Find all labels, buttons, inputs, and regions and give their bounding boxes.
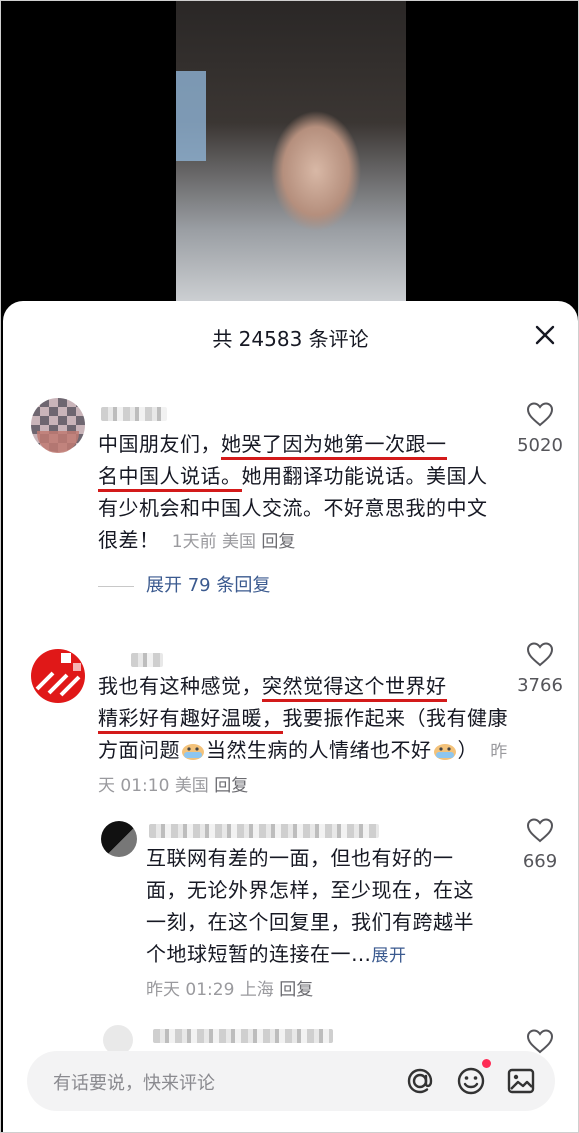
divider	[98, 585, 134, 587]
highlighted-text: 精彩好有趣好温暖，	[98, 706, 283, 734]
heart-icon	[526, 642, 554, 667]
comment-count-title: 共 24583 条评论	[212, 327, 369, 351]
highlighted-text: 她哭了因为她第一次跟一	[221, 432, 447, 460]
expand-reply-button[interactable]: 展开	[372, 946, 407, 966]
comments-sheet: 共 24583 条评论 中国朋友们，她哭了因为她第一次跟一 名中国人说话。她用翻…	[3, 301, 578, 1132]
avatar[interactable]	[31, 649, 85, 703]
reply-button[interactable]: 回复	[261, 532, 295, 552]
reply-text: 互联网有差的一面，但也有好的一面，无论外界怎样，至少现在，在这一刻，在这个回复里…	[146, 846, 474, 1000]
image-icon[interactable]	[505, 1065, 537, 1097]
highlighted-text: 突然觉得这个世界好	[262, 674, 447, 702]
username-blurred[interactable]	[153, 1029, 333, 1043]
video-background-window	[176, 71, 206, 161]
notification-dot	[482, 1059, 491, 1068]
at-icon[interactable]	[404, 1065, 436, 1097]
heart-icon	[526, 818, 554, 843]
comment-meta: 1天前 美国 回复	[171, 532, 296, 552]
heart-icon[interactable]	[526, 1028, 554, 1054]
highlighted-text: 名中国人说话。	[98, 464, 242, 492]
comment-text: 中国朋友们，她哭了因为她第一次跟一 名中国人说话。她用翻译功能说话。美国人有少机…	[98, 432, 488, 552]
like-count: 3766	[517, 675, 563, 696]
expand-replies-button[interactable]: 展开 79 条回复	[98, 571, 270, 597]
video-player[interactable]	[176, 1, 406, 306]
comment-input[interactable]: 有话要说，快来评论	[27, 1051, 555, 1111]
like-button[interactable]: 669	[510, 817, 570, 872]
app-frame: 共 24583 条评论 中国朋友们，她哭了因为她第一次跟一 名中国人说话。她用翻…	[0, 0, 579, 1133]
crying-emoji-icon	[182, 744, 204, 760]
like-count: 5020	[517, 435, 563, 456]
like-button[interactable]: 3766	[510, 641, 570, 696]
like-count: 669	[522, 851, 558, 872]
comment-input-placeholder: 有话要说，快来评论	[53, 1073, 215, 1094]
reply-meta: 昨天 01:29 上海 回复	[146, 980, 314, 1000]
avatar-overlay	[37, 431, 79, 453]
username-blurred[interactable]	[101, 407, 167, 421]
reply-button[interactable]: 回复	[279, 980, 313, 1000]
username-blurred[interactable]	[149, 824, 379, 838]
crying-emoji-icon	[433, 744, 456, 760]
heart-icon	[526, 402, 554, 427]
close-icon[interactable]	[531, 321, 559, 349]
like-button[interactable]: 5020	[510, 401, 570, 456]
reply-button[interactable]: 回复	[214, 776, 248, 796]
avatar[interactable]	[101, 821, 137, 857]
emoji-icon[interactable]	[455, 1065, 487, 1097]
username-blurred[interactable]	[131, 653, 163, 667]
comment-text: 我也有这种感觉，突然觉得这个世界好 精彩好有趣好温暖，我要振作起来（我有健康方面…	[98, 674, 508, 796]
